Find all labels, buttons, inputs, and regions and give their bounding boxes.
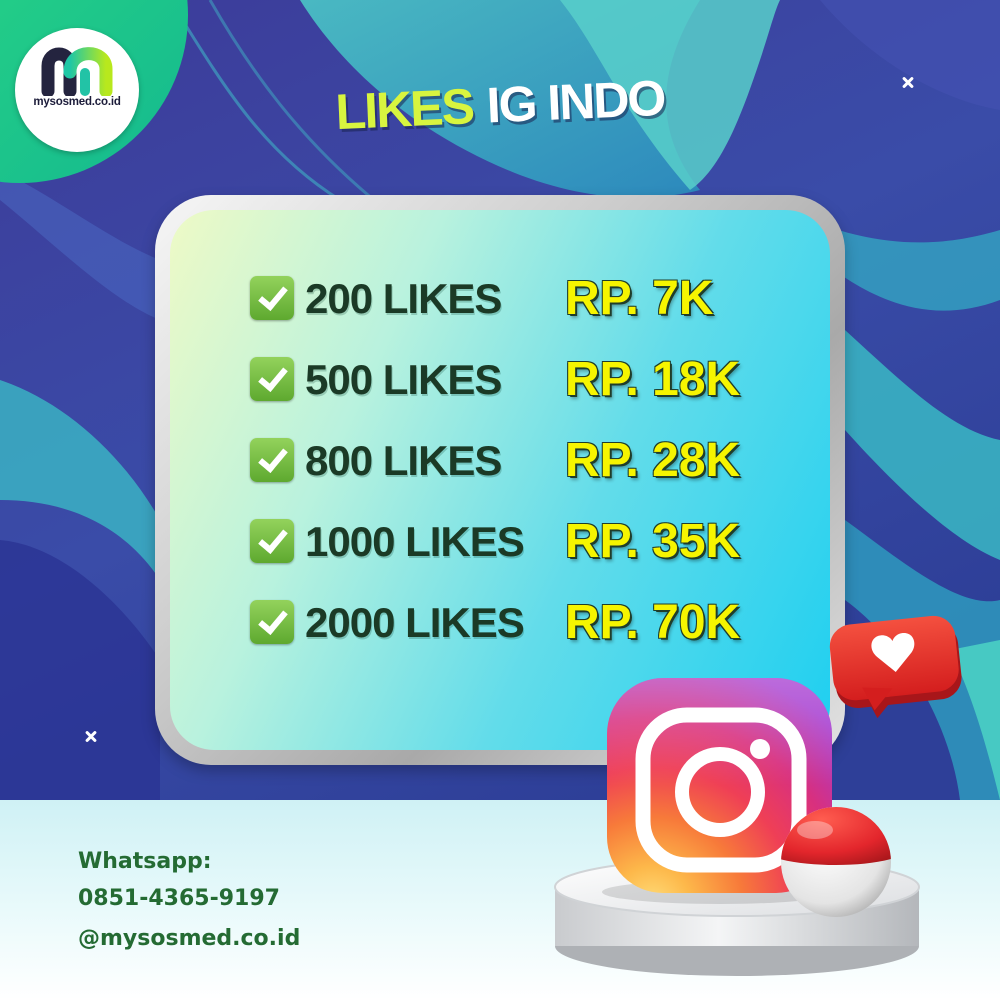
whatsapp-number: 0851-4365-9197 <box>78 886 280 911</box>
promo-poster: mysosmed.co.id LIKES IG INDO 200 LIKES RP… <box>0 0 1000 1000</box>
heart-bubble-icon <box>829 615 962 719</box>
social-handle: @mysosmed.co.id <box>78 926 301 951</box>
whatsapp-label: Whatsapp: <box>78 849 212 874</box>
